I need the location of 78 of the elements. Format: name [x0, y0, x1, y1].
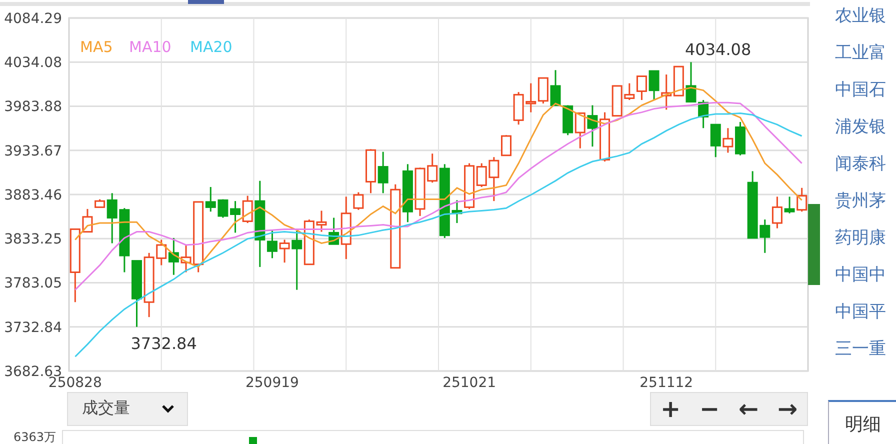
candlestick	[279, 239, 290, 262]
candlestick	[353, 192, 364, 210]
candlestick	[501, 134, 512, 156]
stock-link[interactable]: 闻泰科	[835, 154, 896, 191]
candlestick	[574, 112, 586, 148]
candlestick	[538, 76, 548, 104]
axis-tick-label: 251112	[640, 374, 694, 391]
stock-link[interactable]: 工业富	[835, 43, 896, 80]
candlestick	[760, 219, 770, 252]
axis-tick-label: 250919	[246, 374, 299, 391]
stock-link[interactable]: 中国中	[835, 265, 896, 302]
axis-tick-label: 4084.29	[4, 10, 62, 27]
candlestick	[230, 200, 241, 232]
stock-link[interactable]: 药明康	[835, 228, 896, 265]
candlestick	[366, 148, 376, 193]
legend-label: MA20	[190, 38, 232, 56]
candlestick	[168, 238, 179, 274]
detail-tab[interactable]: 明细	[828, 400, 896, 444]
candlestick	[144, 252, 154, 317]
candlestick	[316, 210, 327, 232]
axis-tick-label: 3883.46	[4, 187, 62, 204]
stock-link[interactable]: 三一重	[835, 339, 896, 376]
axis-tick-label: 4034.08	[4, 54, 62, 71]
axis-tick-label: 3732.84	[4, 319, 62, 336]
axis-tick-label: 3833.25	[4, 231, 62, 248]
candlestick	[648, 70, 660, 100]
candlestick	[772, 196, 782, 228]
stock-link[interactable]: 农业银	[835, 6, 896, 43]
candlestick	[624, 82, 635, 100]
candlestick	[452, 200, 462, 223]
candlestick	[526, 82, 536, 112]
candlestick	[722, 128, 734, 152]
candlestick	[698, 100, 709, 128]
candlestick	[735, 122, 746, 155]
stock-link[interactable]: 贵州茅	[835, 191, 896, 228]
zoom-control-button[interactable]: −	[690, 392, 729, 425]
stock-link[interactable]: 中国平	[835, 302, 896, 339]
price-annotation: 4034.08	[685, 40, 752, 59]
axis-tick-label: 3933.67	[4, 142, 62, 159]
volume-bar	[249, 436, 257, 444]
candlestick	[180, 244, 192, 272]
indicator-dropdown[interactable]: 成交量	[67, 392, 188, 426]
candlestick	[550, 70, 561, 106]
axis-tick-label: 3783.05	[4, 275, 62, 292]
candlestick	[488, 156, 500, 201]
candlestick	[156, 239, 167, 265]
candlestick	[304, 219, 314, 265]
candlestick	[218, 198, 228, 218]
candlestick	[132, 260, 142, 326]
legend-label: MA10	[129, 38, 172, 56]
candlestick	[747, 170, 758, 238]
candlestick	[119, 208, 130, 272]
zoom-control-button[interactable]: →	[768, 392, 807, 425]
candlestick	[513, 92, 524, 124]
chevron-down-icon	[161, 404, 175, 414]
price-annotation: 3732.84	[130, 333, 197, 352]
zoom-control-button[interactable]: +	[651, 392, 690, 425]
candlestick	[414, 167, 426, 216]
candlestick	[562, 104, 574, 135]
tab-indicator	[188, 0, 224, 4]
candlestick	[292, 230, 302, 290]
candlestick	[784, 196, 795, 213]
candlestick	[242, 195, 253, 223]
candlestick	[686, 62, 696, 102]
candlestick	[378, 151, 388, 193]
axis-tick-label: 3983.88	[4, 98, 62, 115]
candlestick	[661, 74, 672, 110]
candlestick	[673, 65, 684, 96]
candlestick	[587, 104, 598, 146]
legend-label: MA5	[80, 38, 113, 56]
candlestick	[710, 123, 721, 157]
stock-link[interactable]: 中国石	[835, 80, 896, 117]
candlestick	[636, 75, 647, 100]
axis-tick-label: 251021	[442, 374, 496, 391]
stock-link[interactable]: 浦发银	[835, 117, 896, 154]
axis-tick-label: 6363万	[12, 430, 57, 444]
candlestick	[82, 208, 93, 232]
zoom-control-button[interactable]: ←	[729, 392, 768, 425]
